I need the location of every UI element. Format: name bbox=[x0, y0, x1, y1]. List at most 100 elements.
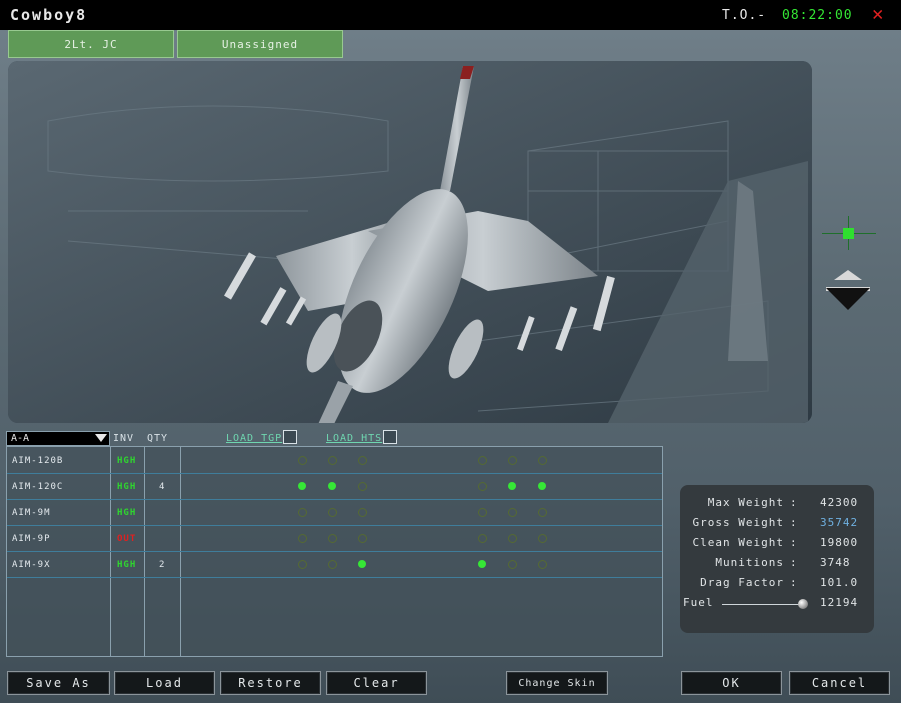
stat-row: Munitions: 3748 bbox=[680, 556, 874, 574]
stat-row: Drag Factor: 101.0 bbox=[680, 576, 874, 594]
store-inventory: HGH bbox=[117, 482, 137, 492]
aircraft-viewer[interactable] bbox=[8, 61, 812, 423]
station-toggle[interactable] bbox=[478, 534, 487, 543]
stat-row: Clean Weight: 19800 bbox=[680, 536, 874, 554]
station-toggle[interactable] bbox=[298, 456, 307, 465]
station-toggle[interactable] bbox=[478, 508, 487, 517]
stat-value: 101.0 bbox=[820, 576, 859, 589]
stat-label: Gross Weight bbox=[692, 516, 784, 529]
store-name: AIM-120B bbox=[12, 456, 64, 466]
load-tgp-label: LOAD TGP bbox=[226, 433, 283, 444]
takeoff-label: T.O.- bbox=[722, 8, 767, 23]
station-toggle[interactable] bbox=[328, 560, 337, 569]
fuel-slider-knob[interactable] bbox=[798, 599, 808, 609]
weapon-category-value: A-A bbox=[11, 433, 30, 444]
store-inventory: HGH bbox=[117, 560, 137, 570]
station-toggle[interactable] bbox=[538, 456, 547, 465]
clear-button[interactable]: Clear bbox=[326, 671, 427, 695]
qty-header: QTY bbox=[147, 433, 169, 444]
load-hts-checkbox[interactable] bbox=[383, 430, 397, 444]
save-as-button[interactable]: Save As bbox=[7, 671, 110, 695]
station-toggle[interactable] bbox=[508, 560, 517, 569]
store-inventory: OUT bbox=[117, 534, 137, 544]
store-inventory: HGH bbox=[117, 456, 137, 466]
load-hts-label: LOAD HTS bbox=[326, 433, 383, 444]
stat-value: 42300 bbox=[820, 496, 859, 509]
station-toggle[interactable] bbox=[538, 560, 547, 569]
station-toggle[interactable] bbox=[298, 534, 307, 543]
load-button[interactable]: Load bbox=[114, 671, 215, 695]
station-toggle[interactable] bbox=[298, 560, 307, 569]
pilot-tab-1[interactable]: 2Lt. JC bbox=[8, 30, 174, 58]
stat-label: Munitions bbox=[715, 556, 784, 569]
fuel-row: Fuel 12194 bbox=[680, 596, 874, 614]
ok-button[interactable]: OK bbox=[681, 671, 782, 695]
inv-header: INV bbox=[113, 433, 135, 444]
stat-row: Gross Weight: 35742 bbox=[680, 516, 874, 534]
station-toggle[interactable] bbox=[538, 534, 547, 543]
window-title: Cowboy8 bbox=[10, 6, 88, 24]
stat-label: Clean Weight bbox=[692, 536, 784, 549]
store-name: AIM-120C bbox=[12, 482, 64, 492]
stat-colon: : bbox=[790, 576, 798, 589]
store-name: AIM-9M bbox=[12, 508, 51, 518]
station-toggle[interactable] bbox=[358, 508, 367, 517]
fuel-label: Fuel bbox=[683, 596, 714, 609]
stat-value: 19800 bbox=[820, 536, 859, 549]
store-row[interactable]: AIM-120C HGH 4 bbox=[7, 473, 662, 500]
store-row[interactable]: AIM-9X HGH 2 bbox=[7, 551, 662, 578]
station-toggle[interactable] bbox=[298, 482, 306, 490]
station-toggle[interactable] bbox=[478, 456, 487, 465]
fuel-value: 12194 bbox=[820, 596, 859, 609]
stores-grid: AIM-120B HGH AIM-120C HGH 4 AIM-9M HGH AIM-9P OU… bbox=[6, 446, 663, 657]
stat-row: Max Weight: 42300 bbox=[680, 496, 874, 514]
station-toggle[interactable] bbox=[508, 482, 516, 490]
scroll-down-icon[interactable] bbox=[826, 288, 870, 310]
station-toggle[interactable] bbox=[328, 534, 337, 543]
stat-colon: : bbox=[790, 536, 798, 549]
store-name: AIM-9P bbox=[12, 534, 51, 544]
station-toggle[interactable] bbox=[358, 560, 366, 568]
station-toggle[interactable] bbox=[328, 508, 337, 517]
stat-value: 3748 bbox=[820, 556, 851, 569]
station-toggle[interactable] bbox=[538, 508, 547, 517]
cancel-button[interactable]: Cancel bbox=[789, 671, 890, 695]
scroll-up-icon[interactable] bbox=[834, 270, 862, 280]
station-toggle[interactable] bbox=[358, 482, 367, 491]
station-toggle[interactable] bbox=[298, 508, 307, 517]
stat-colon: : bbox=[790, 496, 798, 509]
store-row[interactable]: AIM-120B HGH bbox=[7, 447, 662, 474]
station-toggle[interactable] bbox=[478, 560, 486, 568]
station-toggle[interactable] bbox=[508, 456, 517, 465]
station-toggle[interactable] bbox=[508, 508, 517, 517]
station-toggle[interactable] bbox=[508, 534, 517, 543]
stat-value: 35742 bbox=[820, 516, 859, 529]
stat-colon: : bbox=[790, 556, 798, 569]
stat-label: Max Weight bbox=[707, 496, 784, 509]
aircraft-image bbox=[8, 61, 812, 423]
pilot-tab-2[interactable]: Unassigned bbox=[177, 30, 343, 58]
station-toggle[interactable] bbox=[538, 482, 546, 490]
store-row[interactable]: AIM-9M HGH bbox=[7, 499, 662, 526]
store-quantity: 4 bbox=[159, 482, 165, 492]
store-row[interactable]: AIM-9P OUT bbox=[7, 525, 662, 552]
store-inventory: HGH bbox=[117, 508, 137, 518]
station-toggle[interactable] bbox=[328, 482, 336, 490]
station-toggle[interactable] bbox=[358, 534, 367, 543]
restore-button[interactable]: Restore bbox=[220, 671, 321, 695]
stat-colon: : bbox=[790, 516, 798, 529]
station-toggle[interactable] bbox=[478, 482, 487, 491]
station-toggle[interactable] bbox=[358, 456, 367, 465]
chevron-down-icon bbox=[95, 434, 107, 442]
weight-panel: Max Weight: 42300 Gross Weight: 35742 Clean … bbox=[680, 485, 874, 633]
fuel-slider-track[interactable] bbox=[722, 604, 802, 605]
stat-label: Drag Factor bbox=[700, 576, 784, 589]
takeoff-clock: 08:22:00 bbox=[782, 8, 853, 23]
close-icon[interactable]: ✕ bbox=[872, 3, 883, 25]
station-toggle[interactable] bbox=[328, 456, 337, 465]
view-reset-icon[interactable] bbox=[843, 228, 854, 239]
store-quantity: 2 bbox=[159, 560, 165, 570]
change-skin-button[interactable]: Change Skin bbox=[506, 671, 608, 695]
load-tgp-checkbox[interactable] bbox=[283, 430, 297, 444]
weapon-category-dropdown[interactable]: A-A bbox=[6, 431, 110, 446]
